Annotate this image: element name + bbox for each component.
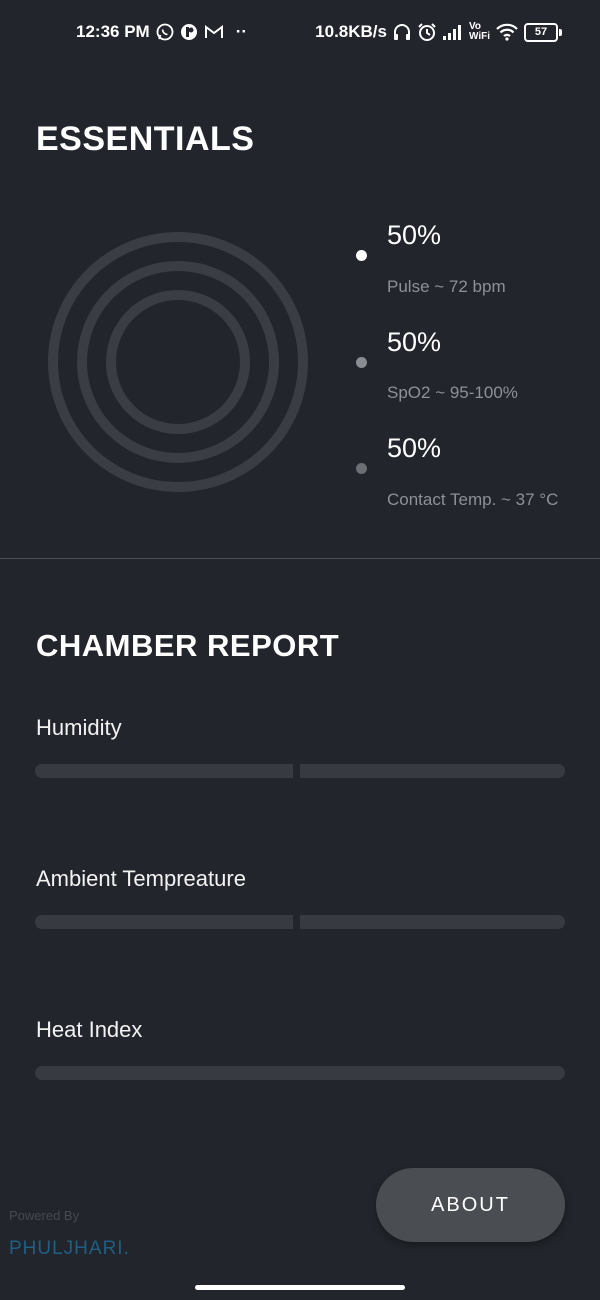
metric-label: Pulse ~ 72 bpm bbox=[387, 277, 506, 296]
chamber-report-title: CHAMBER REPORT bbox=[36, 628, 340, 663]
gmail-icon bbox=[204, 24, 224, 40]
bar-split bbox=[293, 915, 300, 929]
brand-dot: . bbox=[123, 1238, 130, 1259]
humidity-bar bbox=[35, 764, 565, 778]
status-time: 12:36 PM bbox=[76, 22, 150, 41]
battery-level: 57 bbox=[524, 22, 558, 42]
ring-outer bbox=[48, 232, 308, 492]
status-more: ·· bbox=[235, 22, 248, 41]
essentials-rings-chart bbox=[48, 232, 308, 492]
metric-value: 50% bbox=[387, 327, 442, 357]
vowifi-wifi: WiFi bbox=[468, 31, 490, 42]
status-bar: 12:36 PM ·· 10.8KB/s Vo WiFi 57 bbox=[0, 0, 600, 70]
metric-dot-icon bbox=[356, 463, 367, 474]
status-left: 12:36 PM ·· bbox=[76, 22, 247, 42]
home-indicator[interactable] bbox=[195, 1285, 405, 1290]
heat-index-bar bbox=[35, 1066, 565, 1080]
alarm-icon bbox=[417, 22, 437, 42]
bar-split bbox=[293, 764, 300, 778]
status-net-speed: 10.8KB/s bbox=[315, 22, 387, 41]
section-divider bbox=[0, 558, 600, 559]
metric-spo2: 50% SpO2 ~ 95-100% bbox=[356, 327, 596, 417]
whatsapp-icon bbox=[156, 23, 174, 41]
status-right: 10.8KB/s Vo WiFi 57 bbox=[315, 22, 562, 42]
ambient-temperature-label: Ambient Tempreature bbox=[36, 866, 246, 891]
metric-pulse: 50% Pulse ~ 72 bpm bbox=[356, 220, 596, 310]
brand-logo-text[interactable]: PHULJHARI. bbox=[9, 1238, 130, 1260]
wifi-icon bbox=[495, 23, 519, 41]
signal-icon bbox=[442, 24, 464, 40]
essentials-title: ESSENTIALS bbox=[36, 120, 255, 158]
ring-inner bbox=[106, 290, 250, 434]
heat-index-label: Heat Index bbox=[36, 1017, 143, 1042]
vowifi-indicator: Vo WiFi bbox=[469, 22, 490, 42]
app-icon bbox=[180, 23, 198, 41]
metric-dot-icon bbox=[356, 250, 367, 261]
about-button[interactable]: ABOUT bbox=[376, 1168, 565, 1242]
metric-label: SpO2 ~ 95-100% bbox=[387, 383, 518, 402]
battery-icon: 57 bbox=[524, 22, 562, 42]
humidity-label: Humidity bbox=[36, 715, 122, 740]
ambient-temperature-bar bbox=[35, 915, 565, 929]
headphones-icon bbox=[392, 22, 412, 42]
metric-value: 50% bbox=[387, 433, 442, 463]
battery-tip bbox=[559, 28, 562, 36]
metric-label: Contact Temp. ~ 37 °C bbox=[387, 490, 559, 509]
brand-name: PHULJHARI bbox=[9, 1238, 124, 1259]
metric-contact-temp: 50% Contact Temp. ~ 37 °C bbox=[356, 433, 596, 523]
metric-dot-icon bbox=[356, 357, 367, 368]
powered-by-label: Powered By bbox=[9, 1208, 80, 1223]
metric-value: 50% bbox=[387, 220, 442, 250]
